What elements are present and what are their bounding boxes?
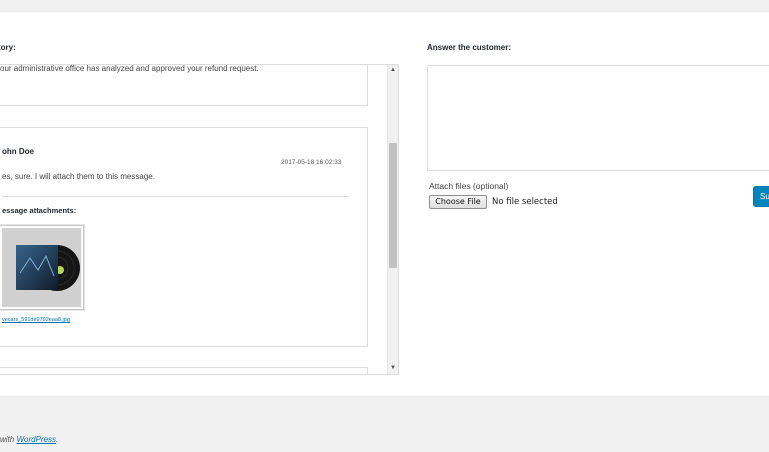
- answer-textarea[interactable]: [427, 65, 769, 171]
- message-card: our administrative office has analyzed a…: [0, 64, 368, 106]
- message-author: ohn Doe: [2, 147, 34, 156]
- vinyl-record-icon: [2, 228, 81, 307]
- message-card: ohn Doe 2017-05-18 16:02:33 es, sure. I …: [0, 127, 368, 347]
- choose-file-button[interactable]: Choose File: [429, 195, 487, 209]
- no-file-status: No file selected: [492, 197, 558, 207]
- scroll-up-icon[interactable]: ▲: [388, 65, 398, 75]
- attachment-link[interactable]: vecars_591de9792eaa8.jpg: [2, 317, 70, 323]
- message-card: [0, 367, 368, 374]
- history-label: tory:: [0, 43, 16, 52]
- footer-credit: with WordPress.: [0, 435, 58, 444]
- attachments-title: essage attachments:: [2, 206, 77, 215]
- scroll-down-icon[interactable]: ▼: [388, 363, 398, 373]
- divider: [2, 196, 349, 197]
- history-scrollbar[interactable]: ▲ ▼: [387, 65, 398, 374]
- message-history[interactable]: our administrative office has analyzed a…: [0, 64, 399, 375]
- message-text: our administrative office has analyzed a…: [0, 64, 259, 73]
- answer-label: Answer the customer:: [427, 43, 512, 52]
- footer-prefix: with: [0, 435, 17, 444]
- message-text: es, sure. I will attach them to this mes…: [2, 172, 155, 181]
- attachment-thumbnail[interactable]: [0, 225, 84, 310]
- submit-button[interactable]: Su: [753, 186, 769, 207]
- top-strip: [0, 0, 769, 11]
- vinyl-image: [2, 228, 81, 307]
- scroll-thumb[interactable]: [389, 143, 397, 268]
- attach-files-label: Attach files (optional): [429, 181, 509, 191]
- wordpress-link[interactable]: WordPress: [16, 435, 56, 444]
- message-date: 2017-05-18 16:02:33: [281, 159, 342, 166]
- footer-suffix: .: [56, 435, 59, 444]
